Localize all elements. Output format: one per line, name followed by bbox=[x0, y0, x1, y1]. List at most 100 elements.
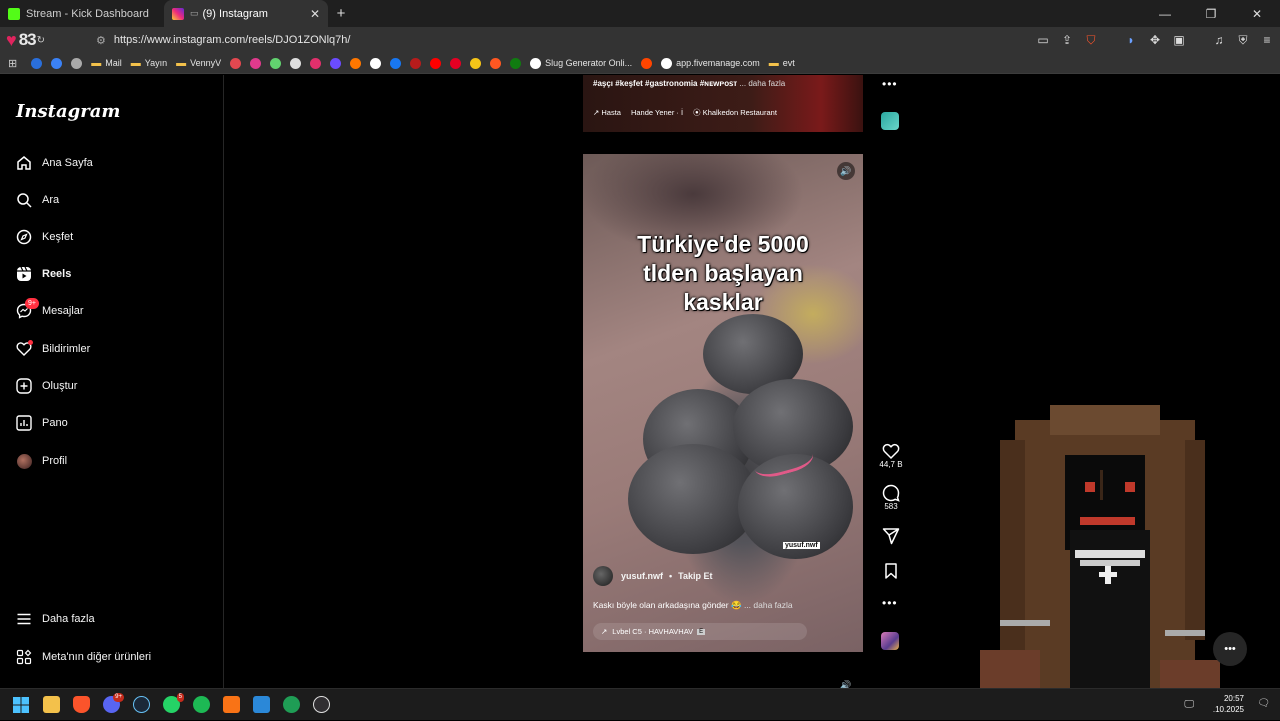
nav-search[interactable]: Ara bbox=[16, 189, 59, 211]
tab-instagram[interactable]: ▭ (9) Instagram ✕ bbox=[164, 0, 328, 27]
reel-video[interactable]: 🔊 Türkiye'de 5000 tlden başlayan kasklar… bbox=[583, 154, 863, 652]
bookmark-app-fivemanage-com[interactable]: app.fivemanage.com bbox=[661, 57, 760, 69]
share-button[interactable] bbox=[876, 527, 906, 545]
share-icon[interactable]: ⇪ bbox=[1060, 33, 1074, 47]
author-username[interactable]: yusuf.nwf bbox=[621, 571, 663, 581]
wallet-icon[interactable]: ◗ bbox=[1124, 33, 1138, 47]
folder-icon: ▬ bbox=[91, 57, 102, 69]
nav-explore[interactable]: Keşfet bbox=[16, 226, 73, 248]
app-green-icon[interactable] bbox=[276, 689, 306, 721]
bookmark-star[interactable] bbox=[270, 57, 282, 69]
mute-icon[interactable]: 🔊 bbox=[837, 162, 855, 180]
reel-audio-button[interactable]: ↗ Lvbel C5 · HAVHAVHAV E bbox=[593, 623, 807, 640]
clock[interactable]: 20:57 .10.2025 bbox=[1213, 693, 1244, 715]
new-tab-button[interactable]: + bbox=[328, 0, 354, 27]
save-button[interactable] bbox=[876, 562, 906, 580]
bookmark-circle[interactable] bbox=[470, 57, 482, 69]
nav-reels[interactable]: Reels bbox=[16, 263, 71, 285]
more-options-icon[interactable]: ••• bbox=[882, 596, 898, 610]
bookmark-adobe[interactable] bbox=[230, 57, 242, 69]
bookmark-circle[interactable] bbox=[71, 57, 83, 69]
video-watermark: yusuf.nwf bbox=[783, 542, 820, 549]
nav-dashboard[interactable]: Pano bbox=[16, 412, 68, 434]
send-icon bbox=[882, 528, 900, 545]
discord-icon[interactable]: 9+ bbox=[96, 689, 126, 721]
location-tag[interactable]: ⦿ Khalkedon Restaurant bbox=[693, 106, 777, 119]
tab-kick-dashboard[interactable]: Stream - Kick Dashboard bbox=[0, 0, 164, 27]
brave-browser-icon[interactable] bbox=[66, 689, 96, 721]
bookmark-pinterest[interactable] bbox=[450, 57, 462, 69]
like-button[interactable]: 44,7 B bbox=[876, 442, 906, 469]
app-orange-icon[interactable] bbox=[216, 689, 246, 721]
nav-home[interactable]: Ana Sayfa bbox=[16, 152, 93, 174]
more-link[interactable]: ... daha fazla bbox=[744, 600, 793, 610]
status-widget[interactable]: ♥ 83 ↻ bbox=[0, 30, 90, 50]
nav-create[interactable]: Oluştur bbox=[16, 375, 77, 397]
bookmark-reddit[interactable] bbox=[290, 57, 302, 69]
bookmark-slug-generator-onli[interactable]: Slug Generator Onli... bbox=[530, 57, 632, 69]
bookmark-play[interactable] bbox=[51, 57, 63, 69]
windows-start-icon[interactable] bbox=[6, 689, 36, 721]
whatsapp-icon[interactable]: 5 bbox=[156, 689, 186, 721]
bookmark-evt[interactable]: ▬ evt bbox=[769, 58, 795, 69]
tray-icon[interactable]: 🖵 bbox=[1184, 699, 1194, 710]
more-link[interactable]: ... daha fazla bbox=[739, 79, 785, 88]
audio-2[interactable]: Hande Yener · İ bbox=[631, 106, 683, 119]
bookmark-x[interactable] bbox=[370, 57, 382, 69]
bookmark-vennyv[interactable]: ▬ VennyV bbox=[176, 58, 221, 69]
previous-reel[interactable]: #aşçı #keşfet #gastronomia #ɴᴇᴡᴘᴏꜱᴛ ... … bbox=[583, 75, 863, 132]
reel-author: yusuf.nwf • Takip Et bbox=[593, 566, 713, 586]
extensions-icon[interactable]: ✥ bbox=[1148, 33, 1162, 47]
cast-icon[interactable]: ▭ bbox=[1036, 33, 1050, 47]
bookmark-soundcloud[interactable] bbox=[350, 57, 362, 69]
obs-icon[interactable] bbox=[306, 689, 336, 721]
nav-messages[interactable]: 9+ Mesajlar bbox=[16, 298, 84, 322]
instagram-logo[interactable]: Instagram bbox=[16, 101, 120, 122]
remote-desktop-icon[interactable] bbox=[246, 689, 276, 721]
nav-more[interactable]: Daha fazla bbox=[16, 608, 95, 630]
close-window-icon[interactable]: ✕ bbox=[1234, 0, 1280, 27]
bookmark-circle[interactable] bbox=[390, 57, 402, 69]
url-field[interactable]: ⚙ https://www.instagram.com/reels/DJO1ZO… bbox=[96, 34, 350, 47]
audio-thumbnail[interactable] bbox=[881, 632, 899, 650]
audio-1[interactable]: ↗ Hasta bbox=[593, 106, 621, 119]
steam-icon[interactable] bbox=[126, 689, 156, 721]
prev-audio-thumbnail[interactable] bbox=[881, 112, 899, 130]
vpn-icon[interactable]: ⛨ bbox=[1236, 33, 1250, 48]
apps-grid-icon[interactable]: ⊞ bbox=[8, 57, 17, 70]
file-explorer-icon[interactable] bbox=[36, 689, 66, 721]
more-options-fab[interactable]: ••• bbox=[1213, 632, 1247, 666]
bookmark-bi[interactable] bbox=[250, 57, 262, 69]
bookmark-youtube[interactable] bbox=[430, 57, 442, 69]
reel-description: Kaskı böyle olan arkadaşına gönder 😂 ...… bbox=[593, 600, 793, 611]
clock-date: .10.2025 bbox=[1212, 705, 1244, 714]
comment-button[interactable]: 583 bbox=[876, 484, 906, 511]
brave-shield-icon[interactable]: ⛉ bbox=[1084, 33, 1098, 48]
media-icon[interactable]: ♫ bbox=[1212, 33, 1226, 47]
sidebar-icon[interactable]: ▣ bbox=[1172, 33, 1186, 47]
minimize-icon[interactable]: — bbox=[1142, 0, 1188, 27]
bookmark-reddit[interactable] bbox=[641, 57, 653, 69]
close-tab-icon[interactable]: ✕ bbox=[310, 7, 320, 21]
menu-icon[interactable]: ≡ bbox=[1260, 33, 1274, 47]
nav-notifications[interactable]: Bildirimler bbox=[16, 338, 90, 360]
bookmark-circle[interactable] bbox=[330, 57, 342, 69]
maximize-icon[interactable]: ❐ bbox=[1188, 0, 1234, 27]
bookmark-mail[interactable]: ▬ Mail bbox=[91, 58, 122, 69]
bookmark-circle[interactable] bbox=[490, 57, 502, 69]
avatar[interactable] bbox=[593, 566, 613, 586]
prev-more-options-icon[interactable]: ••• bbox=[882, 77, 898, 91]
reload-icon[interactable]: ↻ bbox=[37, 35, 45, 46]
kick-favicon-icon bbox=[8, 7, 20, 20]
nav-profile[interactable]: Profil bbox=[16, 450, 67, 472]
bookmark-instagram[interactable] bbox=[310, 57, 322, 69]
follow-button[interactable]: Takip Et bbox=[678, 571, 712, 581]
bookmark-circle[interactable] bbox=[410, 57, 422, 69]
site-settings-icon[interactable]: ⚙ bbox=[96, 34, 106, 47]
bookmark-yay-n[interactable]: ▬ Yayın bbox=[131, 58, 167, 69]
spotify-icon[interactable] bbox=[186, 689, 216, 721]
bookmark-xbox[interactable] bbox=[510, 57, 522, 69]
notification-icon[interactable]: 🗨 bbox=[1257, 698, 1270, 709]
bookmark-zte[interactable] bbox=[31, 57, 43, 69]
nav-meta[interactable]: Meta'nın diğer ürünleri bbox=[16, 646, 151, 668]
